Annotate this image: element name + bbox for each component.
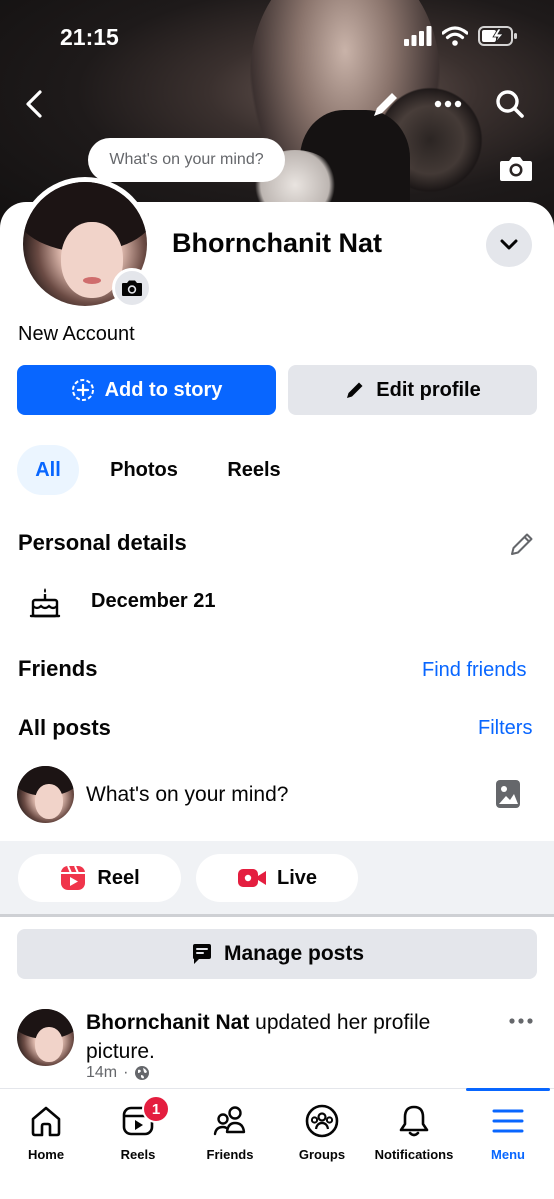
reel-label: Reel (97, 866, 140, 889)
post-time[interactable]: 14m (86, 1064, 117, 1082)
nav-notifications[interactable]: Notifications (368, 1089, 460, 1169)
filters-link[interactable]: Filters (478, 717, 532, 740)
post-author-avatar[interactable] (17, 1009, 74, 1066)
home-icon (31, 1106, 61, 1137)
reels-icon (61, 865, 86, 890)
nav-label: Notifications (374, 1147, 454, 1162)
cover-camera-button[interactable] (496, 148, 536, 188)
menu-icon (492, 1109, 524, 1133)
nav-groups[interactable]: Groups (276, 1089, 368, 1169)
pencil-outline-icon (511, 533, 533, 555)
thought-bubble[interactable]: What's on your mind? (88, 138, 285, 182)
all-posts-heading: All posts (18, 715, 111, 740)
nav-friends[interactable]: Friends (184, 1089, 276, 1169)
camera-icon (122, 280, 142, 296)
chevron-left-icon (26, 90, 42, 118)
post-options-button[interactable] (508, 1012, 538, 1036)
friends-heading: Friends (18, 656, 98, 681)
post-meta: 14m · (86, 1064, 150, 1082)
profile-name: Bhornchanit Nat (172, 228, 383, 258)
manage-posts-icon (192, 944, 211, 964)
signal-icon (404, 26, 432, 46)
manage-posts-button[interactable]: Manage posts (17, 929, 537, 979)
edit-profile-label: Edit profile (376, 378, 481, 401)
pencil-icon (374, 93, 397, 116)
photo-icon (496, 780, 520, 808)
section-divider (0, 914, 554, 917)
pencil-icon (347, 382, 363, 398)
tab-reels[interactable]: Reels (212, 445, 296, 495)
nav-label: Groups (298, 1147, 346, 1162)
composer-avatar[interactable] (17, 766, 74, 823)
nav-label: Menu (491, 1147, 525, 1162)
reel-button[interactable]: Reel (18, 854, 181, 902)
birthday-value: December 21 (91, 590, 216, 612)
more-options-button[interactable] (428, 84, 468, 124)
composer-input[interactable]: What's on your mind? (86, 783, 288, 807)
personal-details-heading: Personal details (18, 530, 187, 555)
bottom-navigation: Home 1 Reels Friends Groups Notification… (0, 1088, 554, 1199)
status-icons (404, 26, 518, 46)
wifi-icon (442, 26, 468, 46)
groups-icon (305, 1104, 339, 1138)
nav-home[interactable]: Home (0, 1089, 92, 1169)
status-time: 21:15 (60, 24, 119, 50)
birthday-cake-icon (29, 588, 61, 618)
live-video-icon (237, 869, 266, 887)
globe-icon (135, 1066, 150, 1080)
bell-icon (399, 1105, 429, 1137)
manage-posts-label: Manage posts (223, 942, 365, 965)
add-story-icon (71, 379, 94, 401)
avatar-camera-button[interactable] (112, 268, 152, 308)
add-to-story-button[interactable]: Add to story (17, 365, 276, 415)
search-button[interactable] (490, 84, 530, 124)
nav-label: Home (27, 1147, 65, 1162)
edit-profile-button[interactable]: Edit profile (288, 365, 537, 415)
more-horizontal-icon (509, 1018, 533, 1024)
reels-badge: 1 (142, 1095, 170, 1123)
friends-icon (213, 1106, 246, 1136)
nav-label: Friends (206, 1147, 254, 1162)
meta-separator: · (123, 1064, 129, 1081)
nav-reels[interactable]: 1 Reels (92, 1089, 184, 1169)
more-horizontal-icon (434, 100, 462, 108)
post-headline: Bhornchanit Nat updated her profile pict… (86, 1008, 486, 1066)
search-icon (496, 90, 524, 118)
tab-all[interactable]: All (17, 445, 79, 495)
profile-subtitle: New Account (18, 323, 135, 345)
live-button[interactable]: Live (196, 854, 358, 902)
add-photo-button[interactable] (494, 778, 524, 812)
live-label: Live (276, 866, 318, 889)
edit-details-button[interactable] (508, 530, 538, 560)
add-to-story-label: Add to story (104, 378, 223, 401)
nav-menu[interactable]: Menu (462, 1089, 554, 1169)
nav-label: Reels (120, 1147, 156, 1162)
profile-switch-dropdown[interactable] (486, 223, 532, 267)
status-bar: 21:15 (0, 22, 554, 54)
post-author-name[interactable]: Bhornchanit Nat (86, 1011, 249, 1034)
chevron-down-icon (500, 239, 518, 250)
battery-icon (478, 26, 517, 46)
tab-photos[interactable]: Photos (96, 445, 192, 495)
find-friends-link[interactable]: Find friends (422, 659, 527, 682)
camera-icon (500, 157, 532, 181)
edit-cover-button[interactable] (366, 84, 406, 124)
back-button[interactable] (14, 84, 54, 124)
